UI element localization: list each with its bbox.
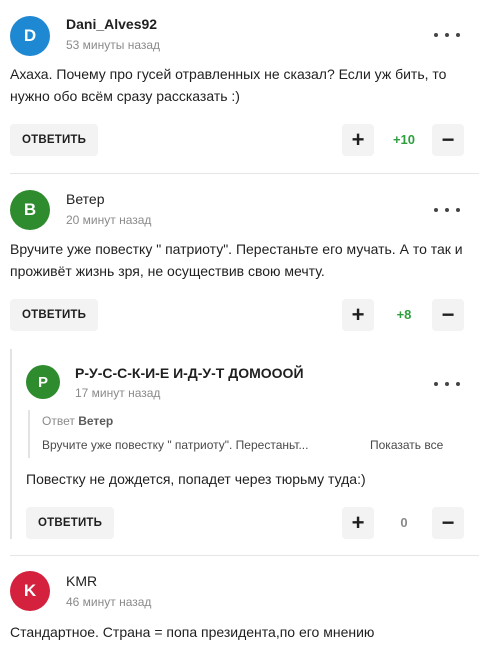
avatar[interactable]: P xyxy=(26,365,60,399)
more-dots-icon[interactable] xyxy=(434,25,460,45)
avatar-letter: K xyxy=(23,581,37,600)
comment-time: 46 минут назад xyxy=(66,595,152,609)
reply-button[interactable]: ОТВЕТИТЬ xyxy=(26,507,115,539)
reply-quote[interactable]: Ответ Ветер Вручите уже повестку " патри… xyxy=(28,410,470,458)
comment-text: Вручите уже повестку " патриоту". Перест… xyxy=(10,241,463,279)
comment-text: Ахаха. Почему про гусей отравленных не с… xyxy=(10,66,447,104)
comment-time: 17 минут назад xyxy=(75,386,161,400)
comment-author[interactable]: Ветер xyxy=(66,191,105,207)
quote-author: Ветер xyxy=(78,414,114,428)
quote-text: Вручите уже повестку " патриоту". Перест… xyxy=(42,438,309,452)
vote-score: +8 xyxy=(396,307,412,322)
vote-score: +10 xyxy=(392,132,416,147)
avatar[interactable]: D xyxy=(10,16,50,56)
vote-score: 0 xyxy=(400,515,408,530)
upvote-button[interactable]: + xyxy=(342,507,374,539)
more-dots-icon[interactable] xyxy=(434,200,460,220)
avatar-letter: P xyxy=(37,373,48,391)
show-all-link[interactable]: Показать все xyxy=(370,438,443,452)
upvote-button[interactable]: + xyxy=(342,299,374,331)
comment-author[interactable]: KMR xyxy=(66,573,97,589)
avatar-letter: B xyxy=(23,200,37,219)
downvote-button[interactable]: − xyxy=(432,299,464,331)
downvote-button[interactable]: − xyxy=(432,124,464,156)
reply-button[interactable]: ОТВЕТИТЬ xyxy=(10,124,99,156)
thread-line xyxy=(10,349,12,539)
comment-text: Стандартное. Страна = попа президента,по… xyxy=(10,624,375,640)
downvote-button[interactable]: − xyxy=(432,507,464,539)
avatar[interactable]: K xyxy=(10,571,50,611)
comment-author[interactable]: Р-У-С-С-К-И-Е И-Д-У-Т ДОМОООЙ xyxy=(75,365,304,381)
divider xyxy=(10,173,479,174)
upvote-button[interactable]: + xyxy=(342,124,374,156)
quote-label: Ответ Ветер xyxy=(42,414,113,428)
quote-prefix: Ответ xyxy=(42,414,75,428)
comment-time: 20 минут назад xyxy=(66,213,152,227)
comment-text: Повестку не дождется, попадет через тюрь… xyxy=(26,471,366,487)
comment-author[interactable]: Dani_Alves92 xyxy=(66,16,157,32)
divider xyxy=(10,555,479,556)
reply-button[interactable]: ОТВЕТИТЬ xyxy=(10,299,99,331)
comment-time: 53 минуты назад xyxy=(66,38,161,52)
avatar-letter: D xyxy=(23,26,37,45)
more-dots-icon[interactable] xyxy=(434,374,460,394)
avatar[interactable]: B xyxy=(10,190,50,230)
